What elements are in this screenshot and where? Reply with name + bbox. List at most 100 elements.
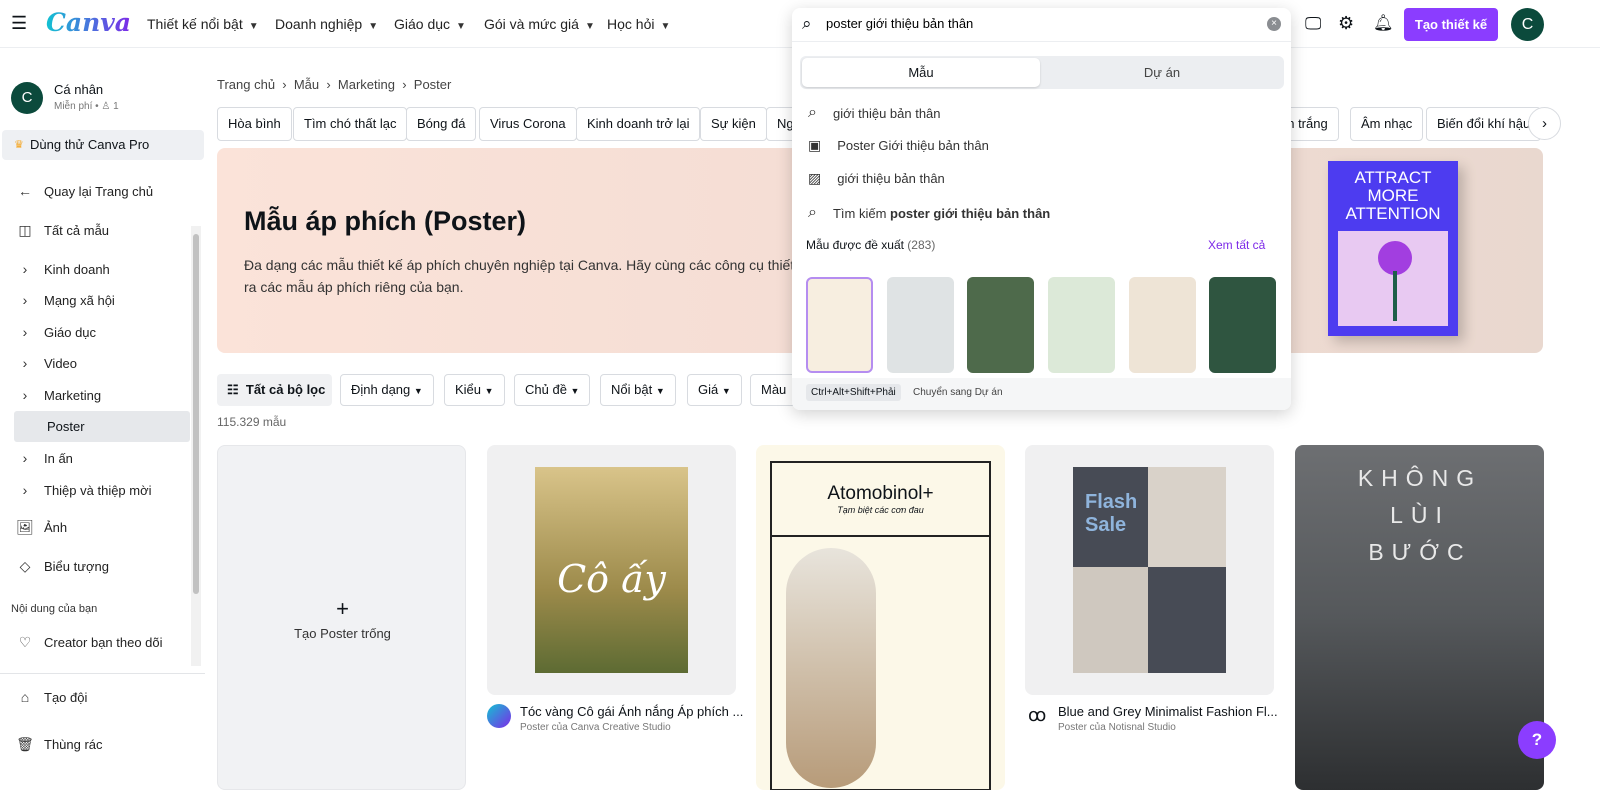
account-name[interactable]: Cá nhân xyxy=(54,82,103,97)
recommended-template[interactable] xyxy=(1048,277,1115,373)
template-author[interactable]: Poster của Notisnal Studio xyxy=(1058,722,1176,733)
suggestion-item[interactable]: ▣ Poster Giới thiệu bản thân xyxy=(808,137,989,154)
sidebar-item-all-templates[interactable]: ◫ Tất cả mẫu xyxy=(16,222,109,239)
chip[interactable]: Âm nhạc xyxy=(1350,107,1424,141)
chip[interactable]: Sự kiện xyxy=(700,107,767,141)
all-filters-button[interactable]: ☷ Tất cả bộ lọc xyxy=(217,374,332,406)
template-art-text: KHÔNG LÙI BƯỚC xyxy=(1357,465,1483,565)
search-dropdown: ⌕ × Mẫu Dự án ⌕giới thiệu bản thân ▣Post… xyxy=(792,8,1291,410)
recommended-template[interactable] xyxy=(806,277,873,373)
search-icon: ⌕ xyxy=(802,14,812,33)
breadcrumb: Trang chủ › Mẫu › Marketing › Poster xyxy=(217,77,452,92)
recommended-template[interactable] xyxy=(1209,277,1276,373)
search-bar[interactable]: ⌕ × xyxy=(792,8,1291,42)
account-avatar[interactable]: C xyxy=(11,82,43,114)
shortcut-label: Chuyển sang Dự án xyxy=(913,387,1003,398)
template-title[interactable]: Tóc vàng Cô gái Ánh nắng Áp phích ... xyxy=(520,704,743,719)
chip[interactable]: Biến đổi khí hậu xyxy=(1426,107,1542,141)
back-home-link[interactable]: ← Quay lại Trang chủ xyxy=(16,183,153,199)
bell-icon[interactable]: 🔔︎ xyxy=(1373,13,1393,33)
template-author[interactable]: Poster của Canva Creative Studio xyxy=(520,722,671,733)
your-content-heading: Nội dung của bạn xyxy=(11,603,98,615)
filter-theme[interactable]: Chủ đề ▼ xyxy=(514,374,591,406)
recommended-template[interactable] xyxy=(967,277,1034,373)
filter-format[interactable]: Định dạng ▼ xyxy=(340,374,434,406)
sidebar-item-print[interactable]: › In ấn xyxy=(16,450,73,466)
breadcrumb-templates[interactable]: Mẫu xyxy=(294,77,319,92)
sidebar-item-icons[interactable]: ◇ Biểu tượng xyxy=(16,558,109,575)
sidebar-item-marketing[interactable]: › Marketing xyxy=(16,387,101,403)
menu-icon[interactable]: ☰ xyxy=(11,13,27,34)
filter-featured[interactable]: Nổi bật ▼ xyxy=(600,374,676,406)
sliders-icon: ☷ xyxy=(227,382,239,397)
search-all-item[interactable]: ⌕ Tìm kiếm poster giới thiệu bản thân xyxy=(808,204,1050,222)
template-card[interactable]: Flash Sale xyxy=(1025,445,1274,695)
suggestion-item[interactable]: ▨ giới thiệu bản thân xyxy=(808,170,945,187)
sidebar-scrollbar[interactable] xyxy=(191,226,201,666)
gear-icon[interactable]: ⚙ xyxy=(1338,13,1354,34)
crown-icon: ♛ xyxy=(14,139,24,151)
chevron-down-icon: ▼ xyxy=(456,21,466,32)
filter-price[interactable]: Giá ▼ xyxy=(687,374,742,406)
try-pro-button[interactable]: ♛ Dùng thử Canva Pro xyxy=(2,130,204,160)
sidebar-item-trash[interactable]: 🗑︎ Thùng rác xyxy=(16,736,102,753)
chip[interactable]: Hòa bình xyxy=(217,107,292,141)
sidebar-item-team[interactable]: ⌂ Tạo đội xyxy=(16,689,88,705)
template-card[interactable]: Atomobinol+ Tạm biệt các cơn đau xyxy=(756,445,1005,790)
avatar[interactable]: C xyxy=(1511,8,1544,41)
help-button[interactable]: ? xyxy=(1518,721,1556,759)
tab-projects[interactable]: Dự án xyxy=(1042,58,1282,87)
nav-pricing[interactable]: Gói và mức giá ▼ xyxy=(484,16,595,32)
chip[interactable]: Kinh doanh trở lại xyxy=(576,107,701,141)
chevron-down-icon: ▼ xyxy=(584,21,595,32)
sidebar-item-business[interactable]: › Kinh doanh xyxy=(16,261,110,277)
chevron-right-icon: › xyxy=(22,450,28,466)
blank-card-label: Tạo Poster trống xyxy=(294,626,391,641)
nav-featured[interactable]: Thiết kế nổi bật ▼ xyxy=(147,16,259,32)
chevron-down-icon: ▼ xyxy=(484,386,494,396)
team-icon: ⌂ xyxy=(20,689,30,705)
sidebar-item-cards[interactable]: › Thiệp và thiệp mời xyxy=(16,482,152,498)
search-input[interactable] xyxy=(826,16,1246,31)
trash-icon: 🗑︎ xyxy=(16,736,34,752)
people-icon: ♙ xyxy=(101,101,111,112)
breadcrumb-marketing[interactable]: Marketing xyxy=(338,77,395,92)
template-thumbnail: Flash Sale xyxy=(1073,467,1226,673)
clear-search-icon[interactable]: × xyxy=(1267,17,1281,31)
arrow-left-icon: ← xyxy=(18,183,32,199)
sidebar-item-education[interactable]: › Giáo dục xyxy=(16,324,96,340)
chips-next-button[interactable]: › xyxy=(1528,107,1561,140)
hero-description: Đa dạng các mẫu thiết kế áp phích chuyên… xyxy=(244,257,795,295)
template-card[interactable]: Cô ấy xyxy=(487,445,736,695)
see-all-link[interactable]: Xem tất cả xyxy=(1208,238,1265,252)
desktop-icon[interactable]: 🖵 xyxy=(1305,14,1321,34)
recommended-template[interactable] xyxy=(887,277,954,373)
create-blank-poster-card[interactable]: + Tạo Poster trống xyxy=(217,445,466,790)
chevron-right-icon: › xyxy=(22,324,28,340)
recommended-template[interactable] xyxy=(1129,277,1196,373)
sidebar-item-video[interactable]: › Video xyxy=(16,355,77,371)
sidebar-item-social[interactable]: › Mạng xã hội xyxy=(16,292,115,308)
template-title[interactable]: Blue and Grey Minimalist Fashion Fl... xyxy=(1058,704,1278,719)
suggestion-item[interactable]: ⌕ giới thiệu bản thân xyxy=(808,104,941,122)
sidebar-item-poster[interactable]: Poster xyxy=(14,411,190,442)
chevron-right-icon: › xyxy=(22,482,28,498)
tab-templates[interactable]: Mẫu xyxy=(802,58,1040,87)
chevron-right-icon: › xyxy=(22,261,28,277)
template-thumbnail: Cô ấy xyxy=(535,467,688,673)
filter-style[interactable]: Kiểu ▼ xyxy=(444,374,505,406)
create-design-button[interactable]: Tạo thiết kế xyxy=(1404,8,1498,41)
chip[interactable]: Virus Corona xyxy=(479,107,577,141)
sidebar-item-creators[interactable]: ♡ Creator bạn theo dõi xyxy=(16,634,163,651)
sidebar-item-photos[interactable]: 🖼︎ Ảnh xyxy=(16,519,67,536)
search-icon: ⌕ xyxy=(808,104,817,121)
breadcrumb-home[interactable]: Trang chủ xyxy=(217,77,275,92)
chip[interactable]: Bóng đá xyxy=(406,107,477,141)
nav-business[interactable]: Doanh nghiệp ▼ xyxy=(275,16,378,32)
nav-learn[interactable]: Học hỏi ▼ xyxy=(607,16,670,32)
nav-education[interactable]: Giáo dục ▼ xyxy=(394,16,466,32)
chip[interactable]: Tìm chó thất lạc xyxy=(293,107,408,141)
filter-color[interactable]: Màu xyxy=(750,374,798,406)
template-card[interactable]: KHÔNG LÙI BƯỚC xyxy=(1295,445,1544,790)
canva-logo[interactable]: Canva xyxy=(46,8,131,37)
